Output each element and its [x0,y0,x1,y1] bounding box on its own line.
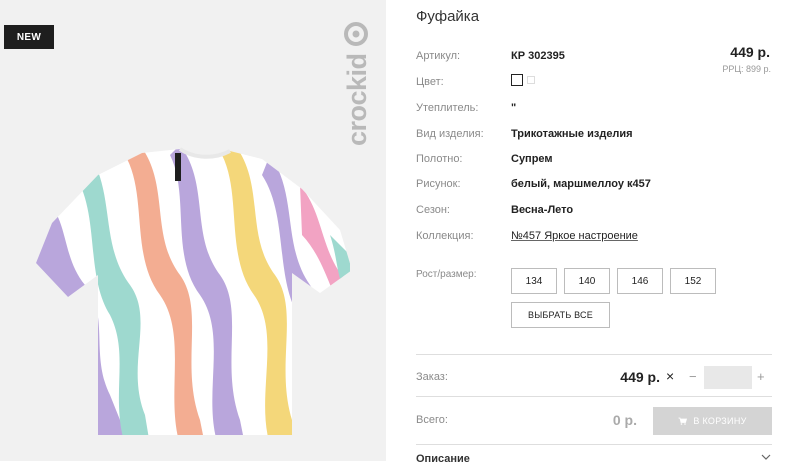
total-price: 0 р. [612,412,637,428]
divider [416,444,772,445]
spec-value: КР 302395 [511,50,565,62]
quantity-input[interactable] [704,366,752,389]
size-option-152[interactable]: 152 [670,268,716,294]
quantity-increase-button[interactable]: + [757,369,765,384]
total-label: Всего: [416,414,448,426]
product-title: Фуфайка [416,8,480,25]
spec-label: Сезон: [416,204,450,216]
brand-logo-mark [344,22,368,46]
spec-value: Супрем [511,153,553,165]
size-option-140[interactable]: 140 [564,268,610,294]
spec-value: Весна-Лето [511,204,574,216]
tshirt-illustration [36,147,350,435]
size-label: Рост/размер: [416,269,477,280]
spec-value: белый, маршмеллоу к457 [511,178,651,190]
spec-label: Полотно: [416,153,463,165]
product-image[interactable]: NEW crockid [0,0,386,461]
spec-value: Трикотажные изделия [511,128,633,140]
add-to-cart-button[interactable]: В КОРЗИНУ [653,407,772,435]
add-to-cart-label: В КОРЗИНУ [693,416,747,426]
spec-label: Утеплитель: [416,102,479,114]
product-price: 449 р. [730,44,770,60]
color-swatch[interactable] [527,76,535,84]
collection-link[interactable]: №457 Яркое настроение [511,230,638,242]
brand-logo-text: crockid [342,53,372,146]
spec-label: Артикул: [416,50,461,62]
spec-label: Рисунок: [416,178,461,190]
recommended-price: РРЦ: 899 р. [722,64,771,74]
quantity-decrease-button[interactable]: − [689,369,697,384]
cart-icon [678,417,688,425]
divider [416,354,772,355]
select-all-button[interactable]: ВЫБРАТЬ ВСЕ [511,302,610,328]
remove-icon[interactable]: × [666,368,674,384]
order-price: 449 р. [620,369,660,385]
size-option-134[interactable]: 134 [511,268,557,294]
order-label: Заказ: [416,371,448,383]
size-option-146[interactable]: 146 [617,268,663,294]
spec-label: Цвет: [416,76,444,88]
spec-label: Вид изделия: [416,128,484,140]
spec-label: Коллекция: [416,230,474,242]
spec-value: " [511,102,517,114]
color-swatch-selected[interactable] [511,74,523,86]
new-badge: NEW [4,25,54,49]
description-heading[interactable]: Описание [416,453,470,465]
divider [416,396,772,397]
